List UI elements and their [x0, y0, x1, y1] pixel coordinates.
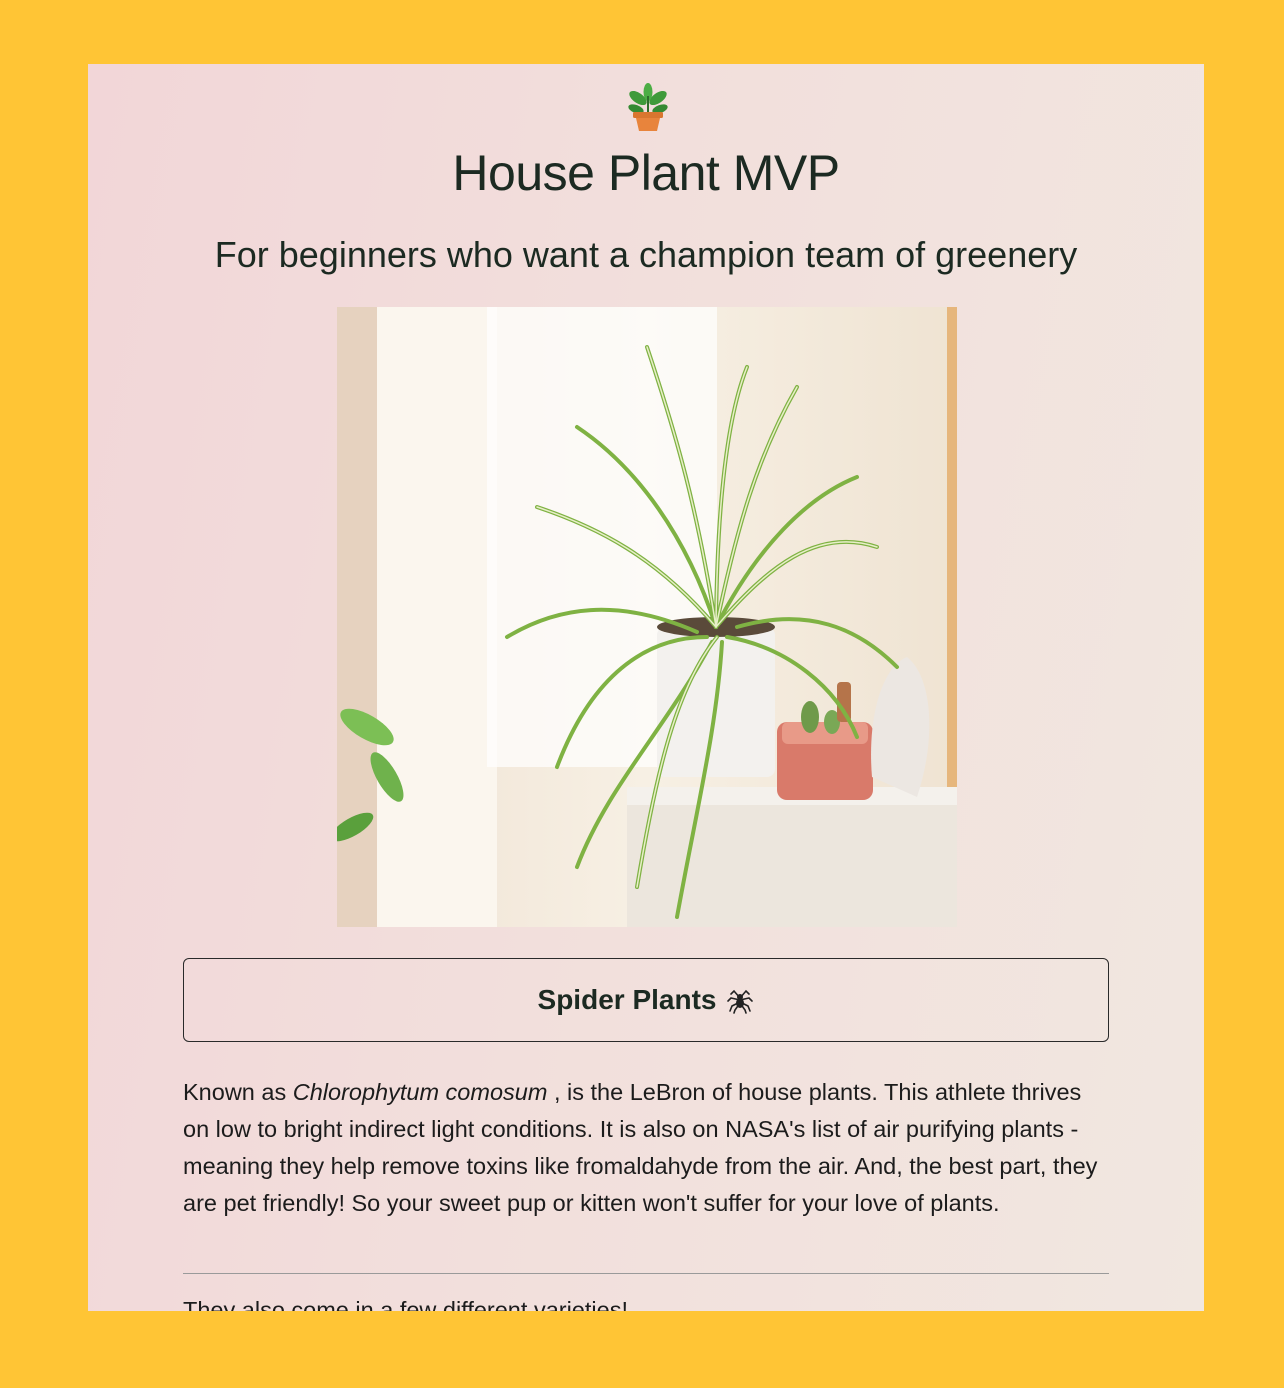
spider-plant-photo: [337, 307, 957, 927]
scientific-name: Chlorophytum comosum: [292, 1079, 548, 1105]
page-subtitle: For beginners who want a champion team o…: [214, 234, 1078, 275]
spider-plant-description: Known as Chlorophytum comosum , is the L…: [183, 1074, 1113, 1222]
section-divider: [183, 1273, 1109, 1274]
page-title: House Plant MVP: [452, 145, 840, 201]
page-card: House Plant MVP For beginners who want a…: [88, 64, 1204, 1311]
description-prefix: Known as: [183, 1079, 293, 1105]
spider-plants-button[interactable]: Spider Plants: [183, 958, 1109, 1042]
spider-plants-button-label: Spider Plants: [537, 984, 717, 1015]
potted-plant-icon: [628, 83, 668, 131]
spider-icon: [727, 989, 754, 1014]
varieties-intro: They also come in a few different variet…: [183, 1297, 628, 1311]
